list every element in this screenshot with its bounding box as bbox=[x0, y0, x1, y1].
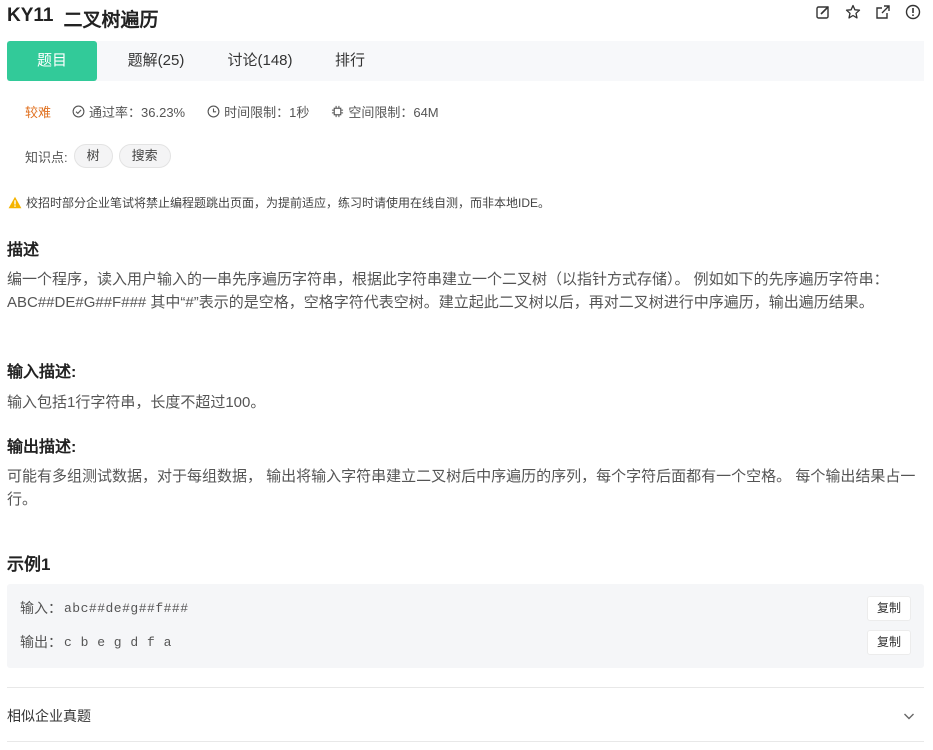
exam-warning: 校招时部分企业笔试将禁止编程题跳出页面，为提前适应，练习时请使用在线自测，而非本… bbox=[8, 194, 550, 211]
tab-discussion[interactable]: 讨论(148) bbox=[215, 41, 305, 81]
input-desc-text: 输入包括1行字符串，长度不超过100。 bbox=[7, 394, 266, 411]
example-input-label: 输入： bbox=[20, 600, 62, 616]
example-output-value: c b e g d f a bbox=[64, 634, 172, 650]
output-desc-heading: 输出描述: bbox=[7, 439, 77, 456]
warning-icon bbox=[8, 196, 22, 209]
knowledge-points: 知识点: 树 搜索 bbox=[25, 144, 171, 168]
input-desc-heading: 输入描述: bbox=[7, 364, 77, 381]
similar-label: 相似企业真题 bbox=[7, 708, 91, 724]
example-output-line: 输出： c b e g d f a bbox=[20, 632, 172, 652]
title-actions bbox=[815, 4, 921, 20]
problem-meta: 较难 通过率：36.23% 时间限制：1秒 空间限制：64M bbox=[25, 102, 461, 121]
similar-questions-toggle[interactable]: 相似企业真题 bbox=[7, 706, 924, 726]
tag-tree[interactable]: 树 bbox=[73, 144, 113, 168]
example-heading: 示例1 bbox=[7, 555, 51, 574]
example-output-label: 输出： bbox=[20, 634, 62, 650]
check-circle-icon bbox=[72, 105, 85, 118]
tab-ranking[interactable]: 排行 bbox=[305, 41, 395, 81]
difficulty-label: 较难 bbox=[25, 105, 52, 120]
example-box: 输入： abc##de#g##f### 复制 输出： c b e g d f a… bbox=[7, 584, 924, 668]
problem-id: KY11 bbox=[7, 4, 54, 26]
divider bbox=[7, 741, 924, 742]
time-limit-text: 时间限制：1秒 bbox=[224, 105, 310, 120]
space-limit: 空间限制：64M bbox=[331, 102, 439, 121]
description-heading: 描述 bbox=[7, 242, 40, 259]
example-input-value: abc##de#g##f### bbox=[64, 600, 189, 616]
chip-icon bbox=[332, 105, 344, 118]
space-limit-text: 空间限制：64M bbox=[348, 105, 439, 120]
divider bbox=[7, 687, 924, 688]
pass-rate: 通过率：36.23% bbox=[72, 102, 185, 121]
copy-input-button[interactable]: 复制 bbox=[867, 596, 911, 621]
edit-icon[interactable] bbox=[815, 4, 831, 20]
tag-search[interactable]: 搜索 bbox=[118, 144, 171, 168]
copy-output-button[interactable]: 复制 bbox=[867, 630, 911, 655]
tab-problem[interactable]: 题目 bbox=[7, 41, 97, 81]
pass-rate-text: 通过率：36.23% bbox=[89, 105, 186, 120]
tab-solutions[interactable]: 题解(25) bbox=[97, 41, 215, 81]
example-input-line: 输入： abc##de#g##f### bbox=[20, 598, 189, 618]
chevron-down-icon bbox=[904, 713, 914, 720]
clock-icon bbox=[207, 105, 220, 118]
problem-title: KY11 二叉树遍历 bbox=[7, 5, 159, 32]
description-text: 编一个程序，读入用户输入的一串先序遍历字符串，根据此字符串建立一个二叉树（以指针… bbox=[7, 271, 889, 311]
problem-name: 二叉树遍历 bbox=[63, 9, 159, 31]
share-icon[interactable] bbox=[875, 4, 891, 20]
knowledge-label: 知识点: bbox=[25, 149, 68, 165]
star-icon[interactable] bbox=[845, 4, 861, 20]
tab-bar: 题目 题解(25) 讨论(148) 排行 bbox=[7, 41, 924, 81]
output-desc-text: 可能有多组测试数据，对于每组数据， 输出将输入字符串建立二叉树后中序遍历的序列，… bbox=[7, 468, 916, 508]
time-limit: 时间限制：1秒 bbox=[207, 102, 309, 121]
warning-text: 校招时部分企业笔试将禁止编程题跳出页面，为提前适应，练习时请使用在线自测，而非本… bbox=[26, 196, 551, 210]
title-row: KY11 二叉树遍历 bbox=[7, 4, 933, 32]
info-icon[interactable] bbox=[905, 4, 921, 20]
